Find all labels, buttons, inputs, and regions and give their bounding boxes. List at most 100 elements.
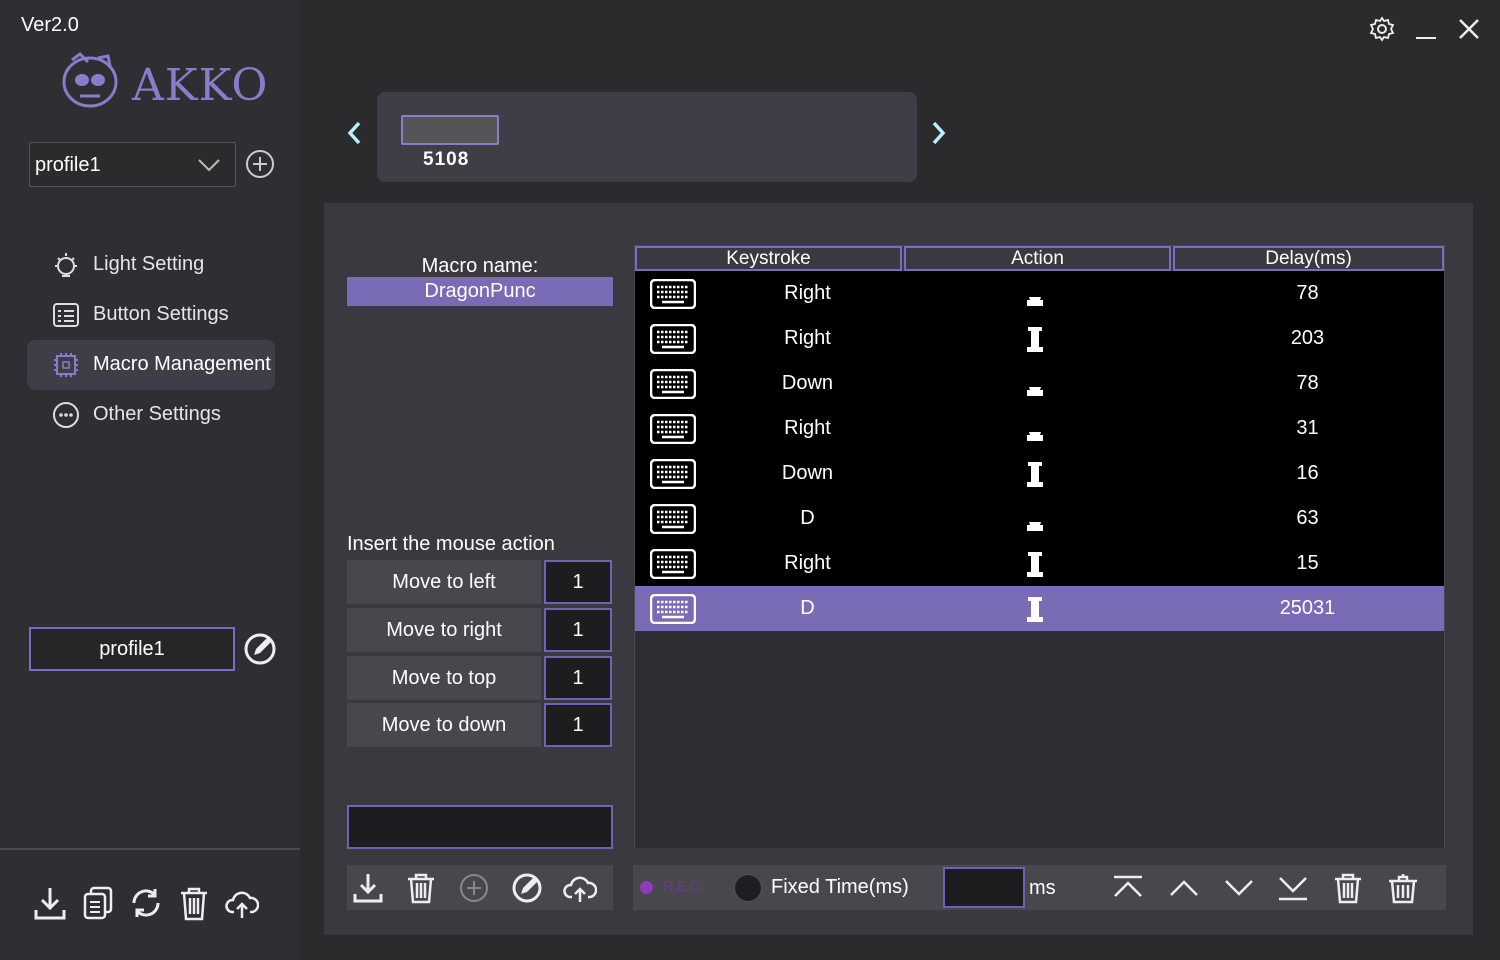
delay-cell: 16 <box>1296 462 1319 484</box>
minimize-icon[interactable] <box>1411 14 1441 44</box>
trash-icon[interactable] <box>404 871 438 905</box>
upload-cloud-icon[interactable] <box>225 884 259 922</box>
move-right-button[interactable]: Move to right <box>347 608 541 652</box>
keyboard-icon <box>649 278 697 310</box>
add-profile-icon[interactable] <box>245 149 275 179</box>
fixed-time-label: Fixed Time(ms) <box>771 876 909 898</box>
version-label: Ver2.0 <box>21 14 79 36</box>
keystroke-cell: Down <box>781 372 834 394</box>
device-card[interactable]: 5108 <box>377 92 917 182</box>
move-down-button[interactable]: Move to down <box>347 703 541 747</box>
key-release-icon <box>1021 460 1049 488</box>
sidebar-nav: Light Setting Button Settings Macro Mana… <box>27 240 275 440</box>
key-release-icon <box>1021 595 1049 623</box>
table-row[interactable]: D 63 <box>635 496 1444 541</box>
trash-icon[interactable] <box>177 884 211 922</box>
chevron-down-icon <box>198 159 220 172</box>
table-row[interactable]: Down 16 <box>635 451 1444 496</box>
move-top-button[interactable]: Move to top <box>347 656 541 700</box>
upload-cloud-icon[interactable] <box>563 871 597 905</box>
column-header-action: Action <box>904 246 1171 271</box>
macro-toolbar <box>347 865 613 910</box>
fixed-time-radio[interactable] <box>734 874 762 902</box>
move-left-value-field[interactable]: 1 <box>544 560 612 604</box>
delay-cell: 78 <box>1296 372 1319 394</box>
macro-name-input[interactable] <box>347 805 613 849</box>
table-row[interactable]: Right 203 <box>635 316 1444 361</box>
sidebar-item-light-setting[interactable]: Light Setting <box>27 240 275 290</box>
device-name: 5108 <box>423 149 470 170</box>
close-icon[interactable] <box>1454 14 1484 44</box>
key-press-icon <box>1021 505 1049 533</box>
fixed-time-input[interactable] <box>943 867 1025 908</box>
table-row[interactable]: Right 15 <box>635 541 1444 586</box>
key-press-icon <box>1021 415 1049 443</box>
profile-name-field[interactable]: profile1 <box>29 627 235 671</box>
settings-gear-icon[interactable] <box>1367 14 1397 44</box>
ms-unit-label: ms <box>1029 877 1056 899</box>
move-to-top-icon[interactable] <box>1111 872 1145 904</box>
edit-icon[interactable] <box>243 632 277 666</box>
sidebar-item-macro-management[interactable]: Macro Management <box>27 340 275 390</box>
move-left-button[interactable]: Move to left <box>347 560 541 604</box>
table-row[interactable]: Down 78 <box>635 361 1444 406</box>
keyboard-icon <box>649 323 697 355</box>
delay-cell: 78 <box>1296 282 1319 304</box>
table-body: Right 78 Right 203 Down 78 Right 31 Down 16 D 63 Rig… <box>635 271 1444 631</box>
sidebar-item-button-settings[interactable]: Button Settings <box>27 290 275 340</box>
clear-all-icon[interactable] <box>1386 872 1420 904</box>
chevron-left-icon[interactable] <box>343 118 365 148</box>
macro-name-item[interactable]: DragonPunc <box>347 277 613 306</box>
sidebar-divider <box>0 848 300 850</box>
keyboard-icon <box>649 503 697 535</box>
move-down-icon[interactable] <box>1222 872 1256 904</box>
mouse-action-row: Move to right 1 <box>347 608 613 652</box>
mouse-action-row: Move to left 1 <box>347 560 613 604</box>
mouse-action-row: Move to top 1 <box>347 656 613 700</box>
move-up-icon[interactable] <box>1167 872 1201 904</box>
logo-text: AKKO <box>132 60 269 111</box>
keyboard-icon <box>649 368 697 400</box>
macro-name-label: Macro name: <box>421 255 539 277</box>
key-press-icon <box>1021 370 1049 398</box>
table-row[interactable]: Right 31 <box>635 406 1444 451</box>
keystroke-cell: Right <box>784 417 831 439</box>
delay-cell: 15 <box>1296 552 1319 574</box>
copy-icon[interactable] <box>81 884 115 922</box>
sidebar-item-label: Macro Management <box>93 353 271 375</box>
add-icon[interactable] <box>457 871 491 905</box>
import-icon[interactable] <box>33 884 67 922</box>
sidebar: Ver2.0 AKKO profile1 Light Setting Butto… <box>0 0 300 960</box>
record-label[interactable]: REC <box>663 878 704 895</box>
delay-cell: 63 <box>1296 507 1319 529</box>
table-row[interactable]: D 25031 <box>635 586 1444 631</box>
sidebar-item-label: Other Settings <box>93 403 221 425</box>
macro-table: Keystroke Action Delay(ms) Right 78 Right 2… <box>634 245 1445 848</box>
keystroke-cell: D <box>800 507 815 529</box>
chevron-right-icon[interactable] <box>928 118 950 148</box>
column-header-delay: Delay(ms) <box>1173 246 1444 271</box>
keystroke-cell: Right <box>784 327 831 349</box>
more-icon <box>53 402 79 428</box>
sidebar-item-other-settings[interactable]: Other Settings <box>27 390 275 440</box>
import-icon[interactable] <box>351 871 385 905</box>
profile-dropdown[interactable]: profile1 <box>29 142 236 187</box>
keystroke-cell: Right <box>784 282 831 304</box>
move-top-value-field[interactable]: 1 <box>544 656 612 700</box>
record-toolbar: REC Fixed Time(ms) ms <box>633 865 1446 910</box>
move-down-value-field[interactable]: 1 <box>544 703 612 747</box>
table-header: Keystroke Action Delay(ms) <box>635 246 1444 271</box>
move-to-bottom-icon[interactable] <box>1276 872 1310 904</box>
delete-row-icon[interactable] <box>1331 872 1365 904</box>
edit-icon[interactable] <box>510 871 544 905</box>
record-dot-icon[interactable] <box>640 881 653 894</box>
key-press-icon <box>1021 280 1049 308</box>
table-row[interactable]: Right 78 <box>635 271 1444 316</box>
keyboard-icon <box>649 458 697 490</box>
keystroke-cell: D <box>800 597 815 619</box>
move-right-value-field[interactable]: 1 <box>544 608 612 652</box>
key-release-icon <box>1021 550 1049 578</box>
keyboard-icon <box>53 303 79 327</box>
refresh-icon[interactable] <box>129 884 163 922</box>
key-release-icon <box>1021 325 1049 353</box>
